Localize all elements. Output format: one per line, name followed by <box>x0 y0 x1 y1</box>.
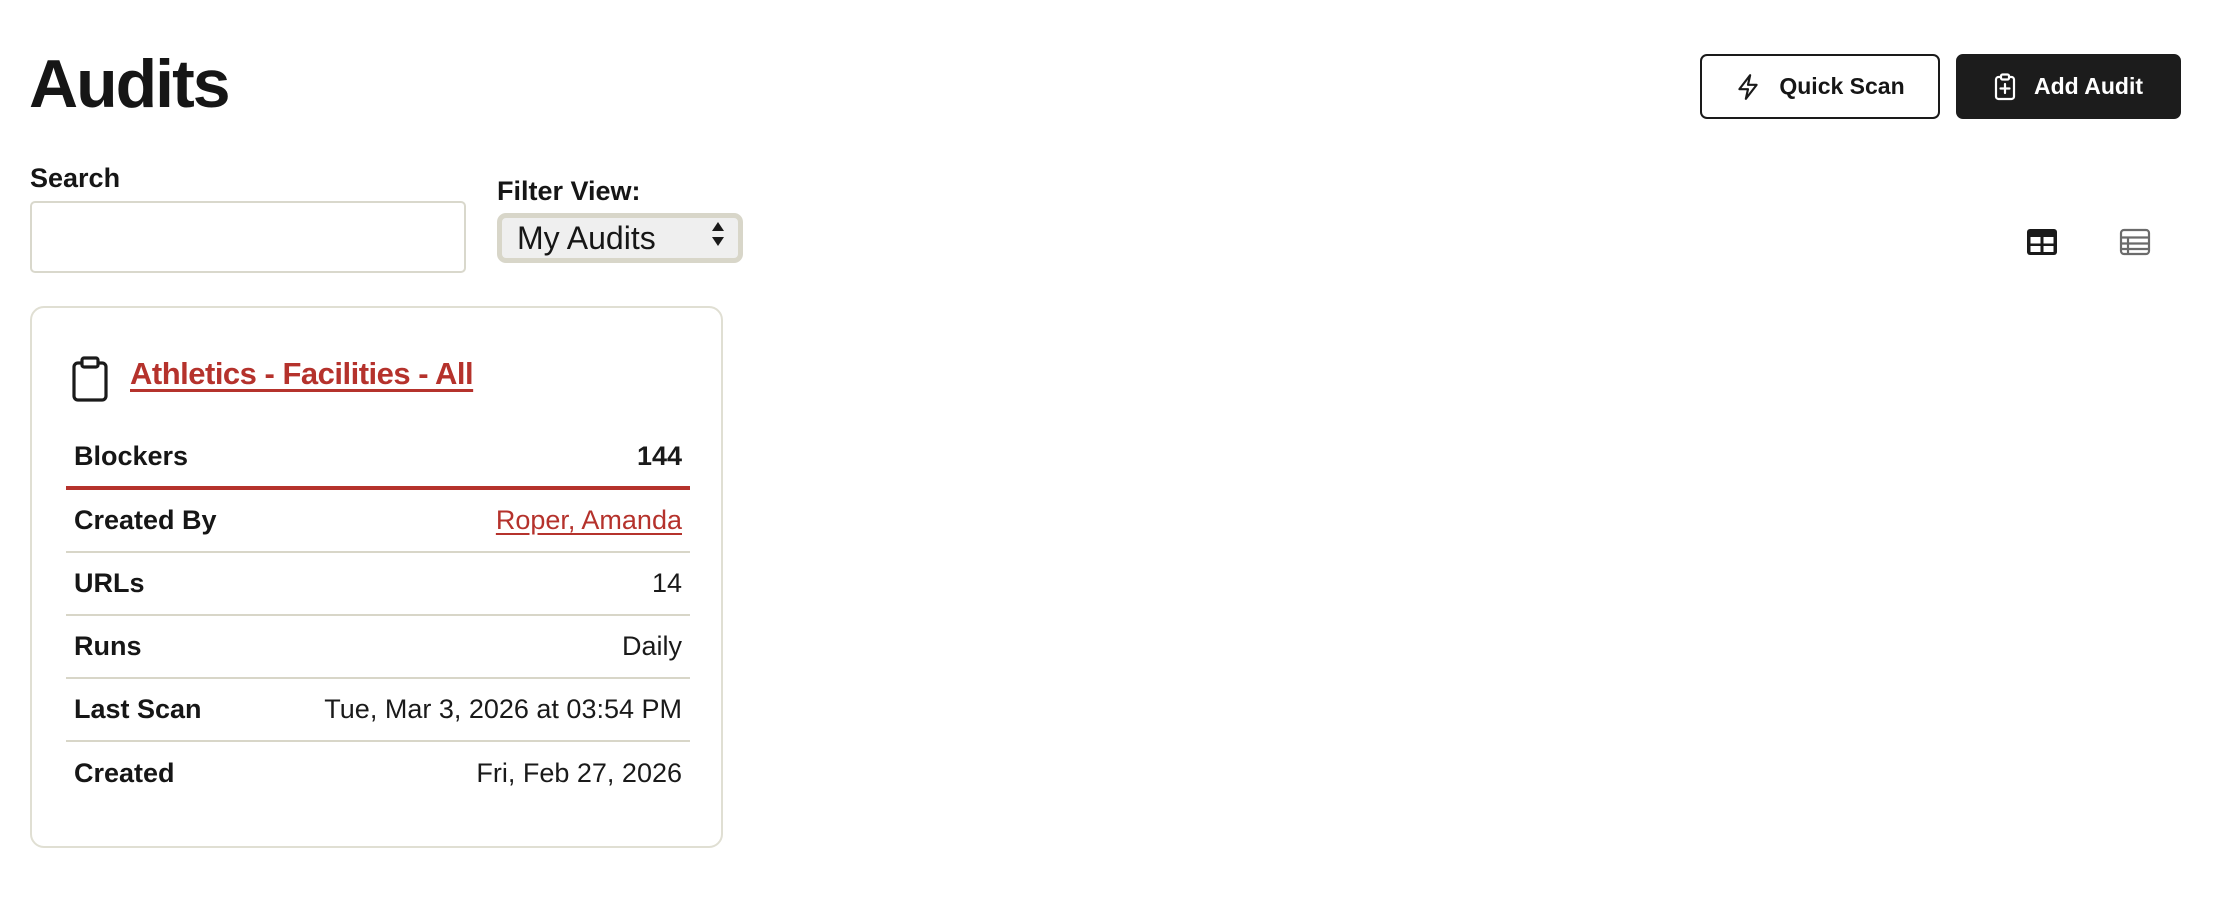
blockers-count: 144 <box>636 440 682 471</box>
row-label: Last Scan <box>74 694 202 724</box>
list-view-button[interactable] <box>2119 228 2151 256</box>
runs-value: Daily <box>621 631 682 661</box>
list-view-icon <box>2119 228 2151 260</box>
row-created-by: Created By Roper, Amanda <box>66 490 690 553</box>
audits-page: Audits Quick Scan Add Audit Search Filte… <box>0 0 2216 912</box>
lightning-icon <box>1735 73 1761 101</box>
audit-card: Athletics - Facilities - All Blockers 14… <box>30 306 723 848</box>
row-label: URLs <box>74 568 145 598</box>
row-created: Created Fri, Feb 27, 2026 <box>66 742 690 805</box>
row-last-scan: Last Scan Tue, Mar 3, 2026 at 03:54 PM <box>66 679 690 742</box>
filter-view-label: Filter View: <box>497 176 641 206</box>
page-title: Audits <box>29 46 231 122</box>
quick-scan-label: Quick Scan <box>1779 73 1905 99</box>
filter-view-select[interactable]: My Audits <box>497 213 743 263</box>
add-audit-label: Add Audit <box>2033 73 2143 99</box>
row-blockers: Blockers 144 <box>66 426 690 490</box>
clipboard-icon <box>70 356 110 407</box>
filter-view-selected: My Audits <box>517 219 656 256</box>
quick-scan-button[interactable]: Quick Scan <box>1700 54 1940 119</box>
row-label: Runs <box>74 631 142 661</box>
created-value: Fri, Feb 27, 2026 <box>476 758 682 788</box>
row-label: Created <box>74 758 175 788</box>
urls-count: 14 <box>651 568 682 598</box>
row-urls: URLs 14 <box>66 553 690 616</box>
grid-view-icon <box>2026 229 2058 260</box>
search-input[interactable] <box>30 201 466 273</box>
clipboard-plus-icon <box>1994 72 2016 101</box>
created-by-link[interactable]: Roper, Amanda <box>496 505 682 536</box>
audit-details: Blockers 144 Created By Roper, Amanda UR… <box>66 426 690 805</box>
row-label: Created By <box>74 505 217 535</box>
row-runs: Runs Daily <box>66 616 690 679</box>
search-label: Search <box>30 163 121 193</box>
row-label: Blockers <box>74 440 189 471</box>
grid-view-button[interactable] <box>2026 228 2058 256</box>
audit-title-link[interactable]: Athletics - Facilities - All <box>130 356 474 392</box>
select-arrows-icon <box>710 219 726 257</box>
last-scan-value: Tue, Mar 3, 2026 at 03:54 PM <box>324 694 682 724</box>
add-audit-button[interactable]: Add Audit <box>1956 54 2181 119</box>
